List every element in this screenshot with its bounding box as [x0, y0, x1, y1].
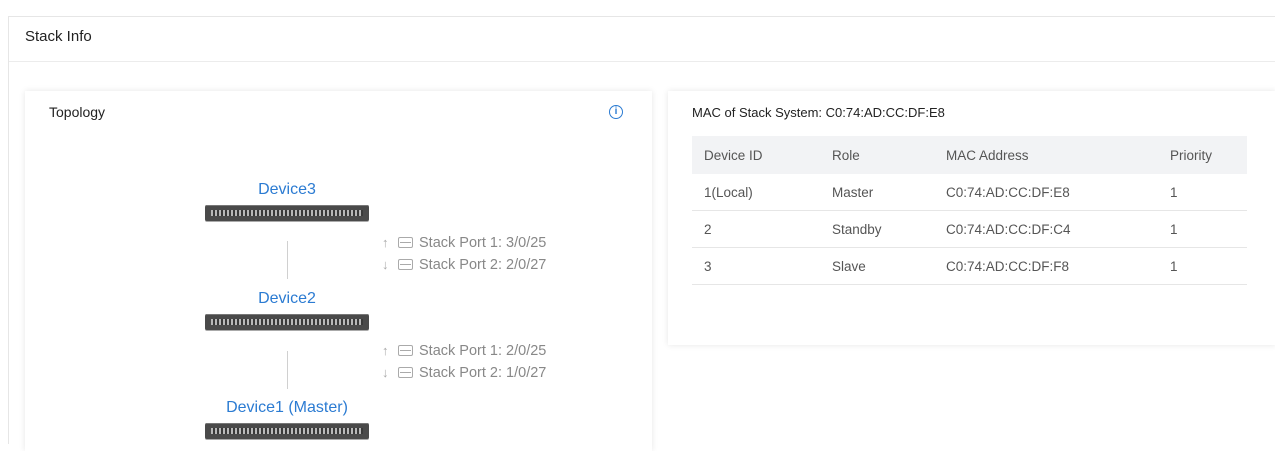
stack-link-line	[287, 241, 288, 279]
cell-priority: 1	[1158, 210, 1247, 248]
cell-device-id: 1(Local)	[692, 174, 820, 211]
cell-mac-address: C0:74:AD:CC:DF:E8	[934, 174, 1158, 211]
port-icon	[398, 237, 413, 248]
stack-members-table: Device ID Role MAC Address Priority 1(Lo…	[692, 136, 1247, 285]
cell-priority: 1	[1158, 174, 1247, 211]
stack-port-1-label: Stack Port 1: 2/0/25	[419, 343, 547, 359]
stack-port-2-label: Stack Port 2: 2/0/27	[419, 257, 547, 273]
arrow-up-icon: ↑	[382, 235, 389, 250]
stack-link-line	[287, 351, 288, 389]
arrow-up-icon: ↑	[382, 343, 389, 358]
stack-port-line: ↑ Stack Port 1: 2/0/25	[382, 343, 546, 359]
arrow-down-icon: ↓	[382, 257, 389, 272]
table-row: 3 Slave C0:74:AD:CC:DF:F8 1	[692, 247, 1247, 285]
table-row: 2 Standby C0:74:AD:CC:DF:C4 1	[692, 210, 1247, 248]
stack-info-panel: Stack Info Topology i Device3 ↑ Stack Por…	[8, 16, 1275, 451]
port-icon	[398, 259, 413, 270]
cell-role: Standby	[820, 210, 934, 248]
stack-port-line: ↑ Stack Port 1: 3/0/25	[382, 235, 546, 251]
cell-role: Master	[820, 174, 934, 211]
column-header-role: Role	[820, 136, 934, 174]
stack-port-1-label: Stack Port 1: 3/0/25	[419, 235, 547, 251]
cell-role: Slave	[820, 247, 934, 285]
info-icon[interactable]: i	[609, 105, 623, 119]
panel-title: Stack Info	[25, 28, 92, 45]
port-icon	[398, 367, 413, 378]
port-icon	[398, 345, 413, 356]
title-divider	[9, 61, 1275, 62]
cell-mac-address: C0:74:AD:CC:DF:F8	[934, 247, 1158, 285]
device-label-3[interactable]: Device3	[187, 181, 387, 199]
device-label-1[interactable]: Device1 (Master)	[187, 399, 387, 417]
switch-icon[interactable]	[205, 205, 369, 221]
stack-members-card: MAC of Stack System: C0:74:AD:CC:DF:E8 D…	[668, 91, 1275, 345]
arrow-down-icon: ↓	[382, 365, 389, 380]
column-header-device-id: Device ID	[692, 136, 820, 174]
topology-title: Topology	[49, 104, 106, 120]
table-header-row: Device ID Role MAC Address Priority	[692, 136, 1247, 174]
stack-system-mac: MAC of Stack System: C0:74:AD:CC:DF:E8	[692, 105, 945, 120]
cell-mac-address: C0:74:AD:CC:DF:C4	[934, 210, 1158, 248]
table-row: 1(Local) Master C0:74:AD:CC:DF:E8 1	[692, 174, 1247, 211]
cell-priority: 1	[1158, 247, 1247, 285]
switch-icon[interactable]	[205, 314, 369, 330]
device-label-2[interactable]: Device2	[187, 290, 387, 308]
column-header-mac-address: MAC Address	[934, 136, 1158, 174]
stack-port-2-label: Stack Port 2: 1/0/27	[419, 365, 547, 381]
stack-port-line: ↓ Stack Port 2: 1/0/27	[382, 365, 546, 381]
switch-icon[interactable]	[205, 423, 369, 439]
cell-device-id: 3	[692, 247, 820, 285]
stack-port-line: ↓ Stack Port 2: 2/0/27	[382, 257, 546, 273]
cell-device-id: 2	[692, 210, 820, 248]
topology-card: Topology i Device3 ↑ Stack Port 1: 3/0/25…	[25, 91, 652, 451]
column-header-priority: Priority	[1158, 136, 1247, 174]
